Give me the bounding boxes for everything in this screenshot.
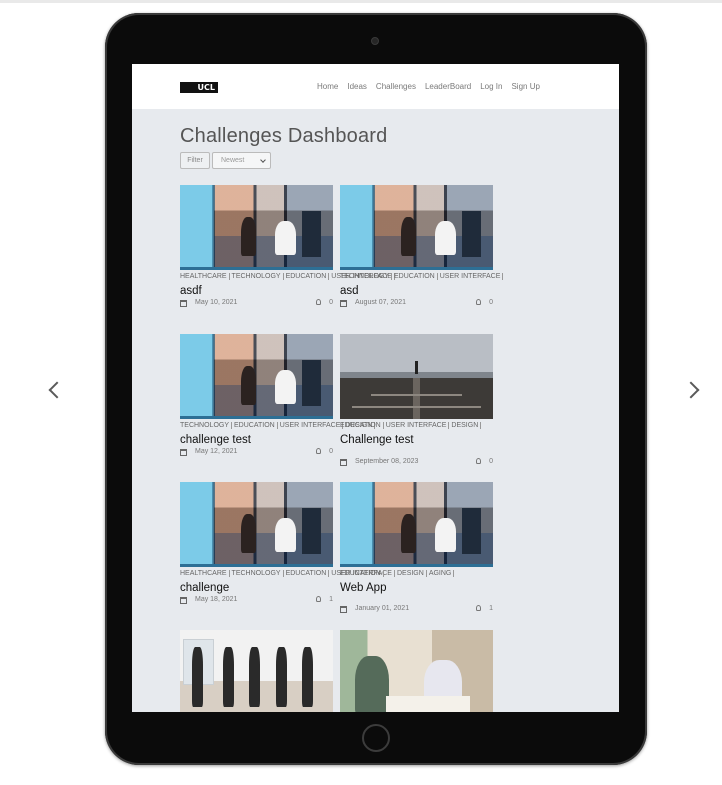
idea-count: 0 bbox=[489, 298, 493, 306]
challenge-card[interactable]: EDUCATION Web App January 01, 2021 1 bbox=[340, 482, 493, 615]
card-title[interactable]: challenge test bbox=[180, 434, 333, 446]
chevron-left-icon[interactable] bbox=[46, 380, 66, 402]
tag[interactable]: USER INTERFACE bbox=[279, 422, 344, 429]
card-meta: May 10, 2021 0 bbox=[180, 298, 333, 309]
tag[interactable]: DESIGN bbox=[451, 422, 482, 429]
calendar-icon bbox=[340, 299, 347, 307]
navbar: UCL Home Ideas Challenges LeaderBoard Lo… bbox=[132, 64, 619, 109]
challenge-image bbox=[340, 482, 493, 567]
idea-count: 0 bbox=[329, 447, 333, 455]
chevron-right-icon[interactable] bbox=[682, 380, 704, 402]
tag-list: TECHNOLOGY EDUCATION USER INTERFACE bbox=[340, 271, 504, 283]
tag[interactable]: USER INTERFACE bbox=[439, 273, 504, 280]
lightbulb-icon bbox=[476, 604, 481, 611]
lightbulb-icon bbox=[316, 298, 321, 305]
lightbulb-icon bbox=[476, 298, 481, 305]
card-title[interactable]: Web App bbox=[340, 582, 493, 594]
card-date: May 12, 2021 bbox=[195, 447, 238, 455]
lightbulb-icon bbox=[476, 457, 481, 464]
tag-list: HEALTHCARE TECHNOLOGY EDUCATION USER INTERF… bbox=[180, 271, 395, 283]
page-title: Challenges Dashboard bbox=[180, 125, 388, 147]
calendar-icon bbox=[340, 605, 347, 613]
tag[interactable]: EDUCATION bbox=[285, 570, 330, 577]
tag[interactable]: TECHNOLOGY bbox=[180, 422, 233, 429]
nav-links: Home Ideas Challenges LeaderBoard Log In… bbox=[317, 82, 540, 91]
calendar-icon bbox=[180, 448, 187, 456]
card-meta: May 18, 2021 1 bbox=[180, 595, 333, 606]
card-title[interactable]: asd bbox=[340, 285, 493, 297]
lightbulb-icon bbox=[316, 595, 321, 602]
sort-select[interactable]: Newest bbox=[212, 152, 271, 169]
card-date: August 07, 2021 bbox=[355, 298, 406, 306]
card-meta: January 01, 2021 1 bbox=[340, 604, 493, 615]
tag[interactable]: EDUCATION bbox=[285, 273, 330, 280]
challenge-image bbox=[180, 334, 333, 419]
card-meta: September 08, 2023 0 bbox=[340, 457, 493, 468]
challenge-image bbox=[340, 334, 493, 419]
card-meta: May 12, 2021 0 bbox=[180, 447, 333, 458]
lightbulb-icon bbox=[316, 447, 321, 454]
card-title[interactable]: Challenge test bbox=[340, 434, 493, 446]
challenge-image bbox=[340, 630, 493, 712]
card-title[interactable]: asdf bbox=[180, 285, 333, 297]
filter-button[interactable]: Filter bbox=[180, 152, 210, 169]
chevron-down-icon bbox=[260, 157, 266, 163]
ucl-logo[interactable]: UCL bbox=[180, 82, 218, 93]
idea-count: 1 bbox=[489, 604, 493, 612]
calendar-icon bbox=[180, 596, 187, 604]
nav-link-login[interactable]: Log In bbox=[480, 82, 502, 91]
tag[interactable]: EDUCATION bbox=[394, 273, 438, 280]
card-date: May 10, 2021 bbox=[195, 298, 238, 306]
tag[interactable]: TECHNOLOGY bbox=[340, 273, 393, 280]
camera-icon bbox=[371, 37, 379, 45]
tag-list: TECHNOLOGY EDUCATION USER INTERFACE DESIGN bbox=[180, 420, 376, 432]
card-date: September 08, 2023 bbox=[355, 457, 419, 465]
tag[interactable]: HEALTHCARE bbox=[180, 273, 230, 280]
tag[interactable]: EDUCATION bbox=[234, 422, 278, 429]
calendar-icon bbox=[180, 299, 187, 307]
idea-count: 0 bbox=[329, 298, 333, 306]
card-title[interactable]: challenge bbox=[180, 582, 333, 594]
nav-link-home[interactable]: Home bbox=[317, 82, 338, 91]
challenge-image bbox=[180, 185, 333, 270]
challenge-image bbox=[180, 482, 333, 567]
tag-list: EDUCATION bbox=[340, 568, 493, 580]
idea-count: 1 bbox=[329, 595, 333, 603]
card-meta: August 07, 2021 0 bbox=[340, 298, 493, 309]
challenge-image bbox=[180, 630, 333, 712]
challenge-card[interactable]: HEALTHCARE TECHNOLOGY EDUCATION USER INTERF… bbox=[180, 185, 395, 309]
sort-select-value: Newest bbox=[221, 157, 245, 164]
tag[interactable]: EDUCATION bbox=[340, 570, 384, 577]
nav-link-ideas[interactable]: Ideas bbox=[347, 82, 367, 91]
challenge-card[interactable] bbox=[340, 630, 493, 712]
tag[interactable]: EDUCATION bbox=[340, 422, 384, 429]
nav-link-challenges[interactable]: Challenges bbox=[376, 82, 416, 91]
tablet-frame: UCL Home Ideas Challenges LeaderBoard Lo… bbox=[105, 13, 647, 765]
tag-list: HEALTHCARE TECHNOLOGY EDUCATION USER INTERF… bbox=[180, 568, 455, 580]
tag[interactable]: USER INTERFACE bbox=[385, 422, 450, 429]
challenge-card[interactable]: EDUCATION USER INTERFACE DESIGN Challenge … bbox=[340, 334, 493, 468]
tag-list: EDUCATION USER INTERFACE DESIGN bbox=[340, 420, 493, 432]
tag[interactable]: TECHNOLOGY bbox=[231, 273, 284, 280]
tag[interactable]: HEALTHCARE bbox=[180, 570, 230, 577]
nav-link-signup[interactable]: Sign Up bbox=[511, 82, 539, 91]
idea-count: 0 bbox=[489, 457, 493, 465]
challenge-image bbox=[340, 185, 493, 270]
tag[interactable]: TECHNOLOGY bbox=[231, 570, 284, 577]
top-border bbox=[0, 0, 722, 3]
card-date: May 18, 2021 bbox=[195, 595, 238, 603]
card-date: January 01, 2021 bbox=[355, 604, 410, 612]
nav-link-leaderboard[interactable]: LeaderBoard bbox=[425, 82, 471, 91]
tablet-screen: UCL Home Ideas Challenges LeaderBoard Lo… bbox=[132, 64, 619, 712]
challenge-card[interactable]: HEALTHCARE TECHNOLOGY EDUCATION USER INTERF… bbox=[180, 482, 455, 606]
challenge-card[interactable] bbox=[180, 630, 333, 712]
calendar-icon bbox=[340, 458, 347, 466]
home-button-icon bbox=[362, 724, 390, 752]
challenge-card[interactable]: TECHNOLOGY EDUCATION USER INTERFACE DESIGN … bbox=[180, 334, 376, 458]
challenge-card[interactable]: TECHNOLOGY EDUCATION USER INTERFACE asd Au… bbox=[340, 185, 504, 309]
